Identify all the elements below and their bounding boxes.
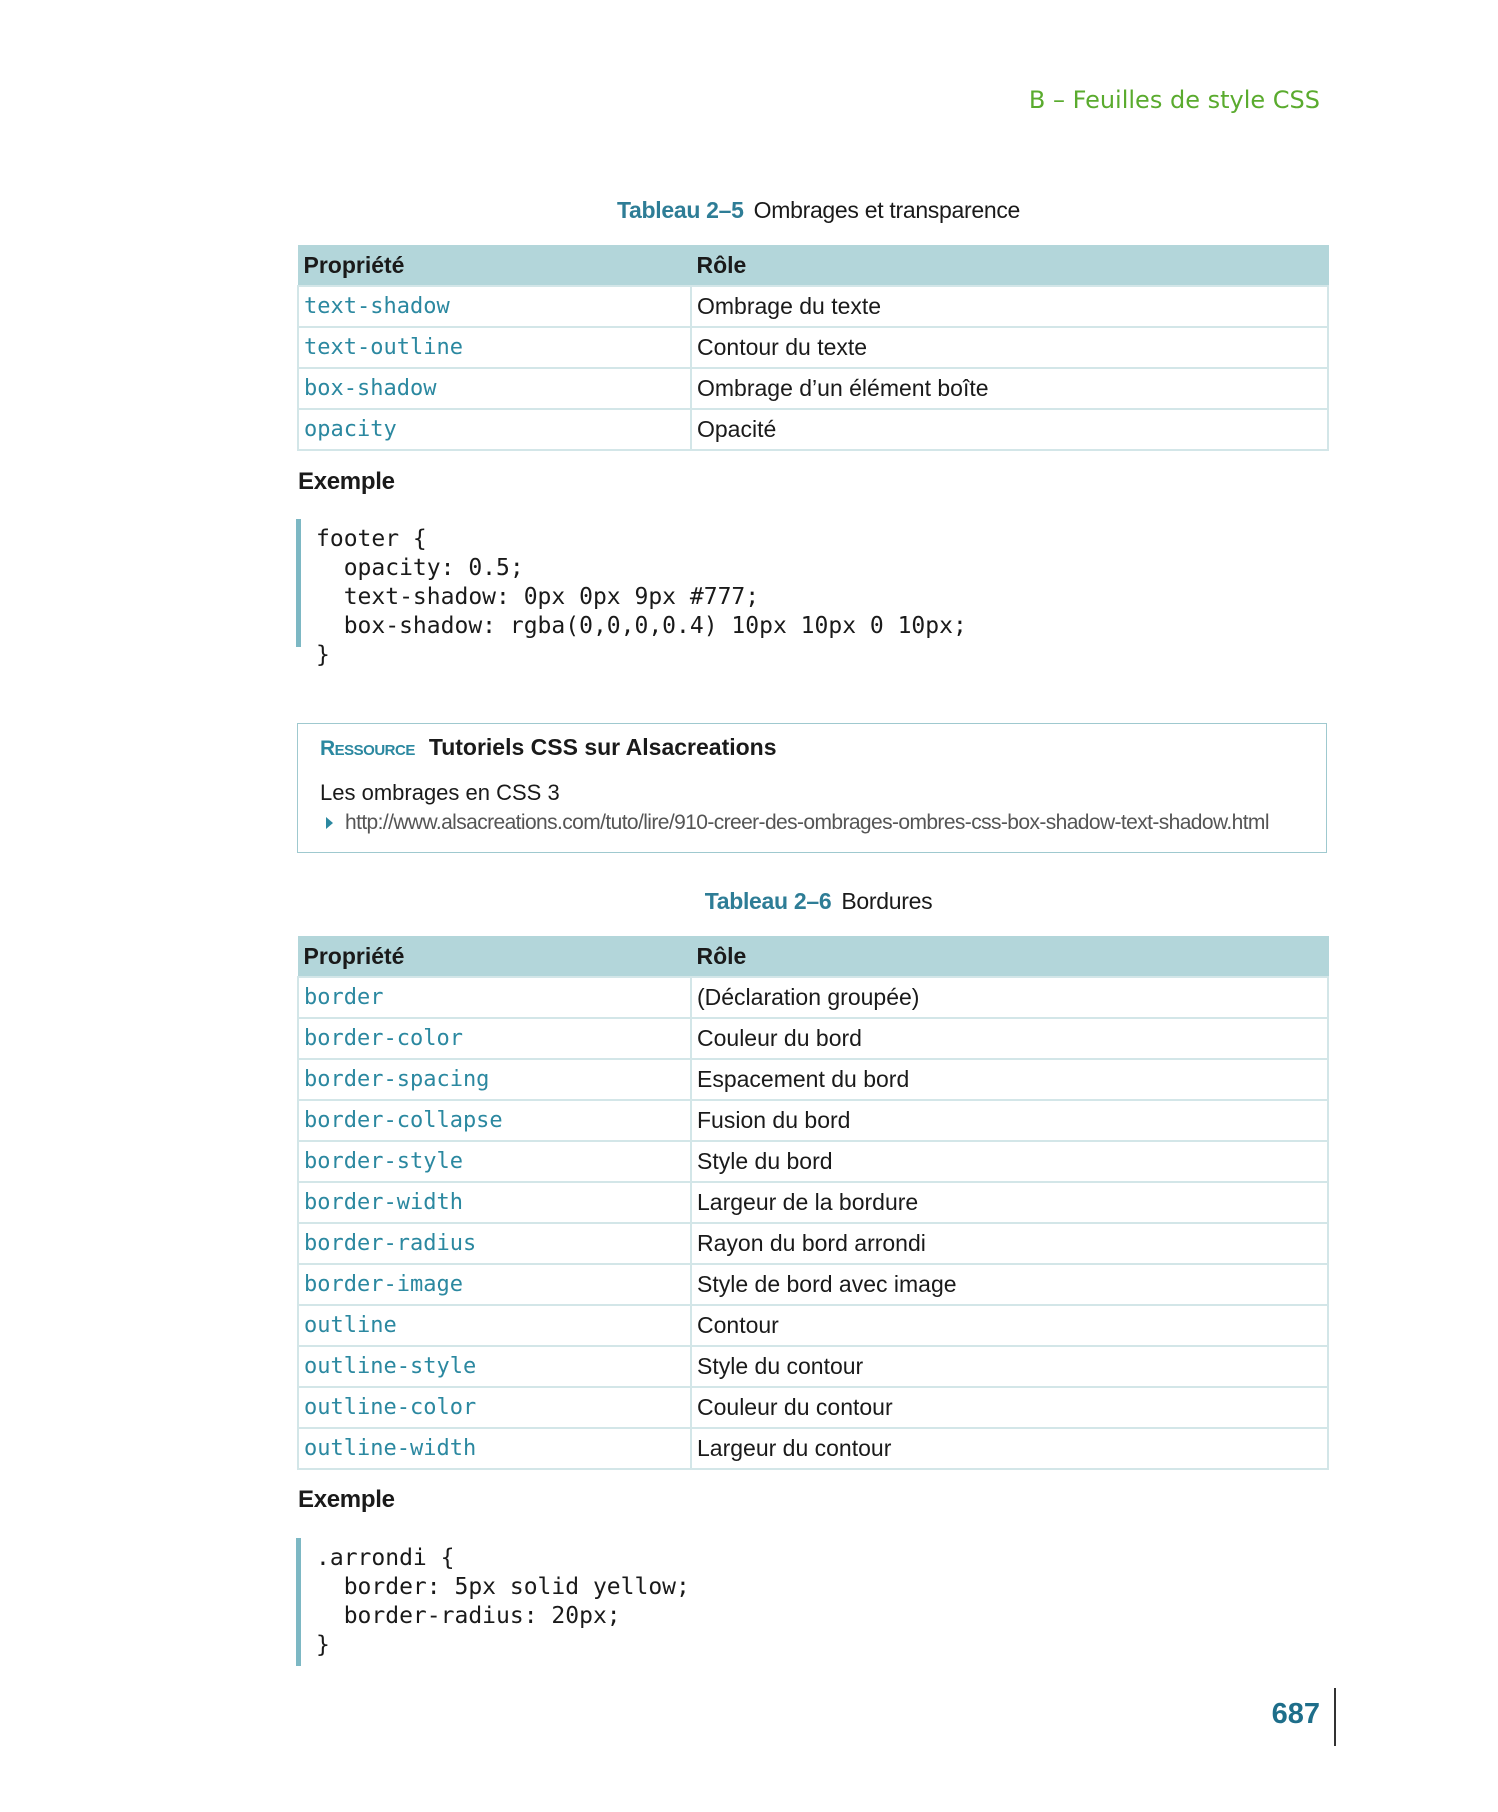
property-name: border-image: [297, 1263, 692, 1306]
property-name: outline-style: [297, 1345, 692, 1388]
property-name: opacity: [297, 408, 692, 451]
property-role: Couleur du bord: [690, 1017, 1329, 1060]
example-heading: Exemple: [298, 1486, 395, 1513]
property-name: border-collapse: [297, 1099, 692, 1142]
property-name: border-radius: [297, 1222, 692, 1265]
example-heading: Exemple: [298, 468, 395, 495]
caption-number: Tableau 2–5: [616, 197, 744, 223]
properties-table: Propriété Rôle text-shadow Ombrage du tex…: [297, 245, 1329, 451]
property-name: text-shadow: [297, 285, 692, 328]
property-role: Ombrage du texte: [690, 285, 1329, 328]
property-role: Fusion du bord: [690, 1099, 1329, 1142]
table-row: border-radius Rayon du bord arrondi: [297, 1222, 1329, 1265]
property-role: Style du bord: [690, 1140, 1329, 1183]
property-name: border-color: [297, 1017, 692, 1060]
table-row: border-width Largeur de la bordure: [297, 1181, 1329, 1224]
caption-text: Bordures: [841, 888, 933, 914]
property-role: (Déclaration groupée): [690, 976, 1329, 1019]
page-number-rule: [1334, 1688, 1336, 1746]
caption-number: Tableau 2–6: [704, 888, 832, 914]
property-name: outline: [297, 1304, 692, 1347]
property-role: Contour du texte: [690, 326, 1329, 369]
property-role: Ombrage d’un élément boîte: [690, 367, 1329, 410]
table-row: outline-width Largeur du contour: [297, 1427, 1329, 1470]
table-row: outline Contour: [297, 1304, 1329, 1347]
table-header-row: Propriété Rôle: [297, 936, 1329, 978]
property-role: Rayon du bord arrondi: [690, 1222, 1329, 1265]
property-name: text-outline: [297, 326, 692, 369]
column-header: Rôle: [690, 245, 1329, 287]
resource-label: Ressource: [320, 737, 415, 760]
resource-subtitle: Les ombrages en CSS 3: [320, 780, 560, 805]
resource-title: Tutoriels CSS sur Alsacreations: [428, 734, 777, 760]
property-role: Largeur du contour: [690, 1427, 1329, 1470]
properties-table: Propriété Rôle border (Déclaration groupé…: [297, 936, 1329, 1470]
property-name: outline-color: [297, 1386, 692, 1429]
resource-url[interactable]: http://www.alsacreations.com/tuto/lire/9…: [345, 811, 1269, 835]
page-number: 687: [1271, 1698, 1320, 1730]
property-role: Couleur du contour: [690, 1386, 1329, 1429]
property-name: border-style: [297, 1140, 692, 1183]
property-name: box-shadow: [297, 367, 692, 410]
table-row: outline-color Couleur du contour: [297, 1386, 1329, 1429]
property-name: border-spacing: [297, 1058, 692, 1101]
table-caption: Tableau 2–6 Bordures: [0, 888, 1498, 915]
table-row: border-image Style de bord avec image: [297, 1263, 1329, 1306]
resource-box: Ressource Tutoriels CSS sur Alsacreation…: [297, 723, 1327, 853]
table-row: border-collapse Fusion du bord: [297, 1099, 1329, 1142]
table-row: border-color Couleur du bord: [297, 1017, 1329, 1060]
table-row: text-outline Contour du texte: [297, 326, 1329, 369]
table-row: border-spacing Espacement du bord: [297, 1058, 1329, 1101]
table-row: box-shadow Ombrage d’un élément boîte: [297, 367, 1329, 410]
column-header: Propriété: [297, 936, 692, 978]
table-row: opacity Opacité: [297, 408, 1329, 451]
property-name: border-width: [297, 1181, 692, 1224]
table-row: border-style Style du bord: [297, 1140, 1329, 1183]
resource-header: Ressource Tutoriels CSS sur Alsacreation…: [320, 734, 777, 761]
property-role: Largeur de la bordure: [690, 1181, 1329, 1224]
code-block: footer { opacity: 0.5; text-shadow: 0px …: [296, 519, 967, 668]
triangle-right-icon: [326, 817, 333, 829]
caption-text: Ombrages et transparence: [753, 197, 1021, 223]
property-role: Contour: [690, 1304, 1329, 1347]
table-caption: Tableau 2–5 Ombrages et transparence: [0, 197, 1498, 224]
property-role: Style de bord avec image: [690, 1263, 1329, 1306]
table-row: border (Déclaration groupée): [297, 976, 1329, 1019]
property-name: outline-width: [297, 1427, 692, 1470]
table-header-row: Propriété Rôle: [297, 245, 1329, 287]
running-head: B – Feuilles de style CSS: [1028, 86, 1320, 114]
property-role: Espacement du bord: [690, 1058, 1329, 1101]
column-header: Propriété: [297, 245, 692, 287]
resource-link[interactable]: http://www.alsacreations.com/tuto/lire/9…: [326, 811, 1269, 835]
code-block: .arrondi { border: 5px solid yellow; bor…: [296, 1538, 690, 1666]
property-name: border: [297, 976, 692, 1019]
property-role: Style du contour: [690, 1345, 1329, 1388]
table-row: text-shadow Ombrage du texte: [297, 285, 1329, 328]
property-role: Opacité: [690, 408, 1329, 451]
table-row: outline-style Style du contour: [297, 1345, 1329, 1388]
column-header: Rôle: [690, 936, 1329, 978]
